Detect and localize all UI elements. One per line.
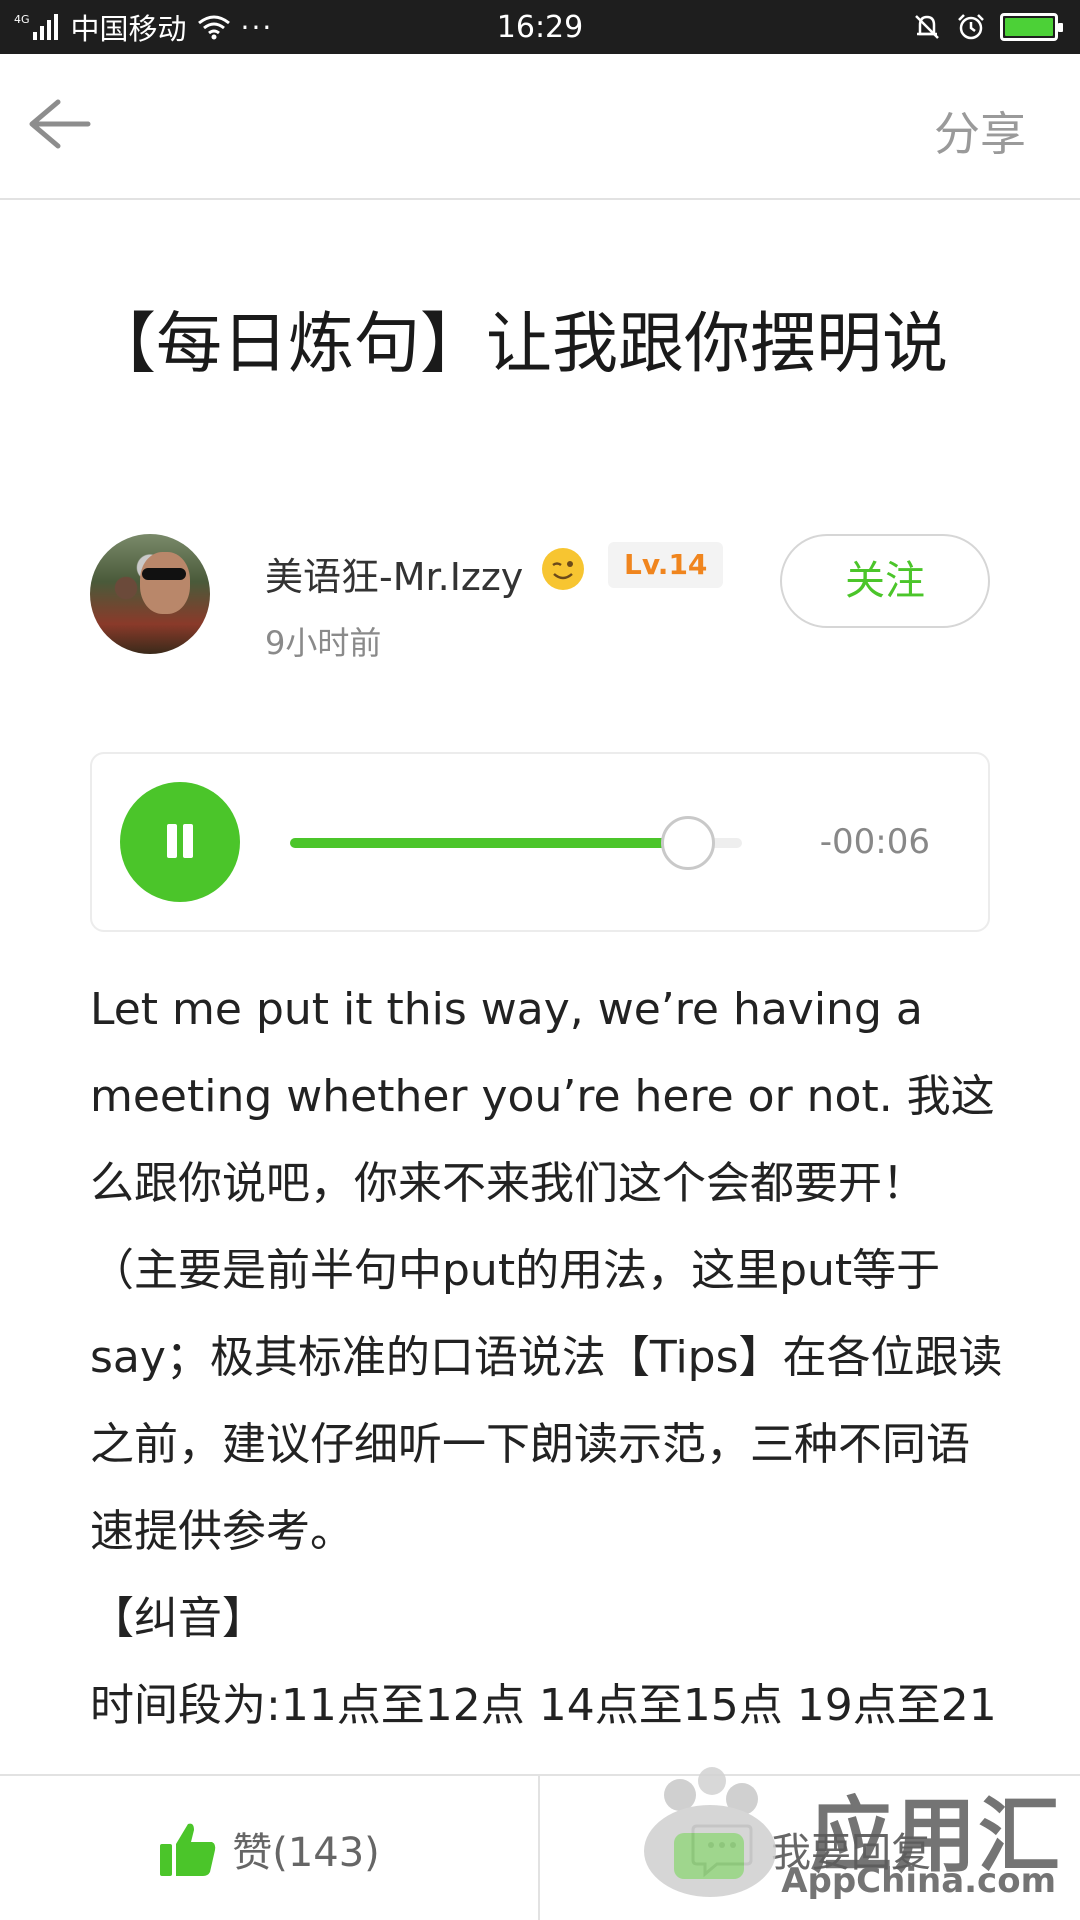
thumbs-up-icon (160, 1823, 216, 1876)
battery-level (1005, 18, 1053, 36)
progress-fill (290, 838, 688, 848)
author-name[interactable]: 美语狂-Mr.Izzy (265, 546, 523, 601)
level-badge: Lv.14 (608, 542, 724, 588)
remaining-time: -00:06 (819, 822, 930, 862)
status-bar: 4G 中国移动 ··· 16:29 (0, 0, 1080, 54)
appchina-logo-icon (644, 1767, 776, 1897)
battery-icon (1000, 13, 1063, 41)
share-button[interactable]: 分享 (934, 98, 1026, 164)
like-count: 赞(143) (232, 1830, 380, 1876)
appchina-watermark: 应用汇 AppChina.com (630, 1745, 1070, 1915)
author-row: 美语狂-Mr.Izzy Lv.14 9小时前 关注 (90, 534, 990, 664)
audio-player: -00:06 (90, 752, 990, 932)
article-title: 【每日炼句】让我跟你摆明说 (90, 305, 948, 382)
follow-button[interactable]: 关注 (780, 534, 990, 628)
seek-handle[interactable] (660, 816, 715, 870)
winking-face-icon (542, 548, 584, 590)
alarm-icon (958, 14, 984, 40)
paragraph: 【纠音】 (90, 1593, 266, 1644)
paragraph: Let me put it this way, we’re having a m… (90, 984, 1003, 1557)
article-body: Let me put it this way, we’re having a m… (90, 966, 1010, 1766)
watermark-en: AppChina.com (781, 1861, 1056, 1901)
post-time: 9小时前 (265, 624, 382, 662)
status-right (912, 10, 1063, 44)
like-button[interactable]: 赞(143) (0, 1776, 538, 1920)
pause-icon (167, 824, 177, 858)
avatar[interactable] (90, 534, 210, 654)
mute-bell-icon (915, 15, 939, 39)
pause-button[interactable] (120, 782, 240, 902)
top-nav-bar: 分享 (0, 54, 1080, 200)
arrow-left-icon[interactable] (22, 94, 94, 154)
progress-track[interactable] (290, 816, 742, 870)
